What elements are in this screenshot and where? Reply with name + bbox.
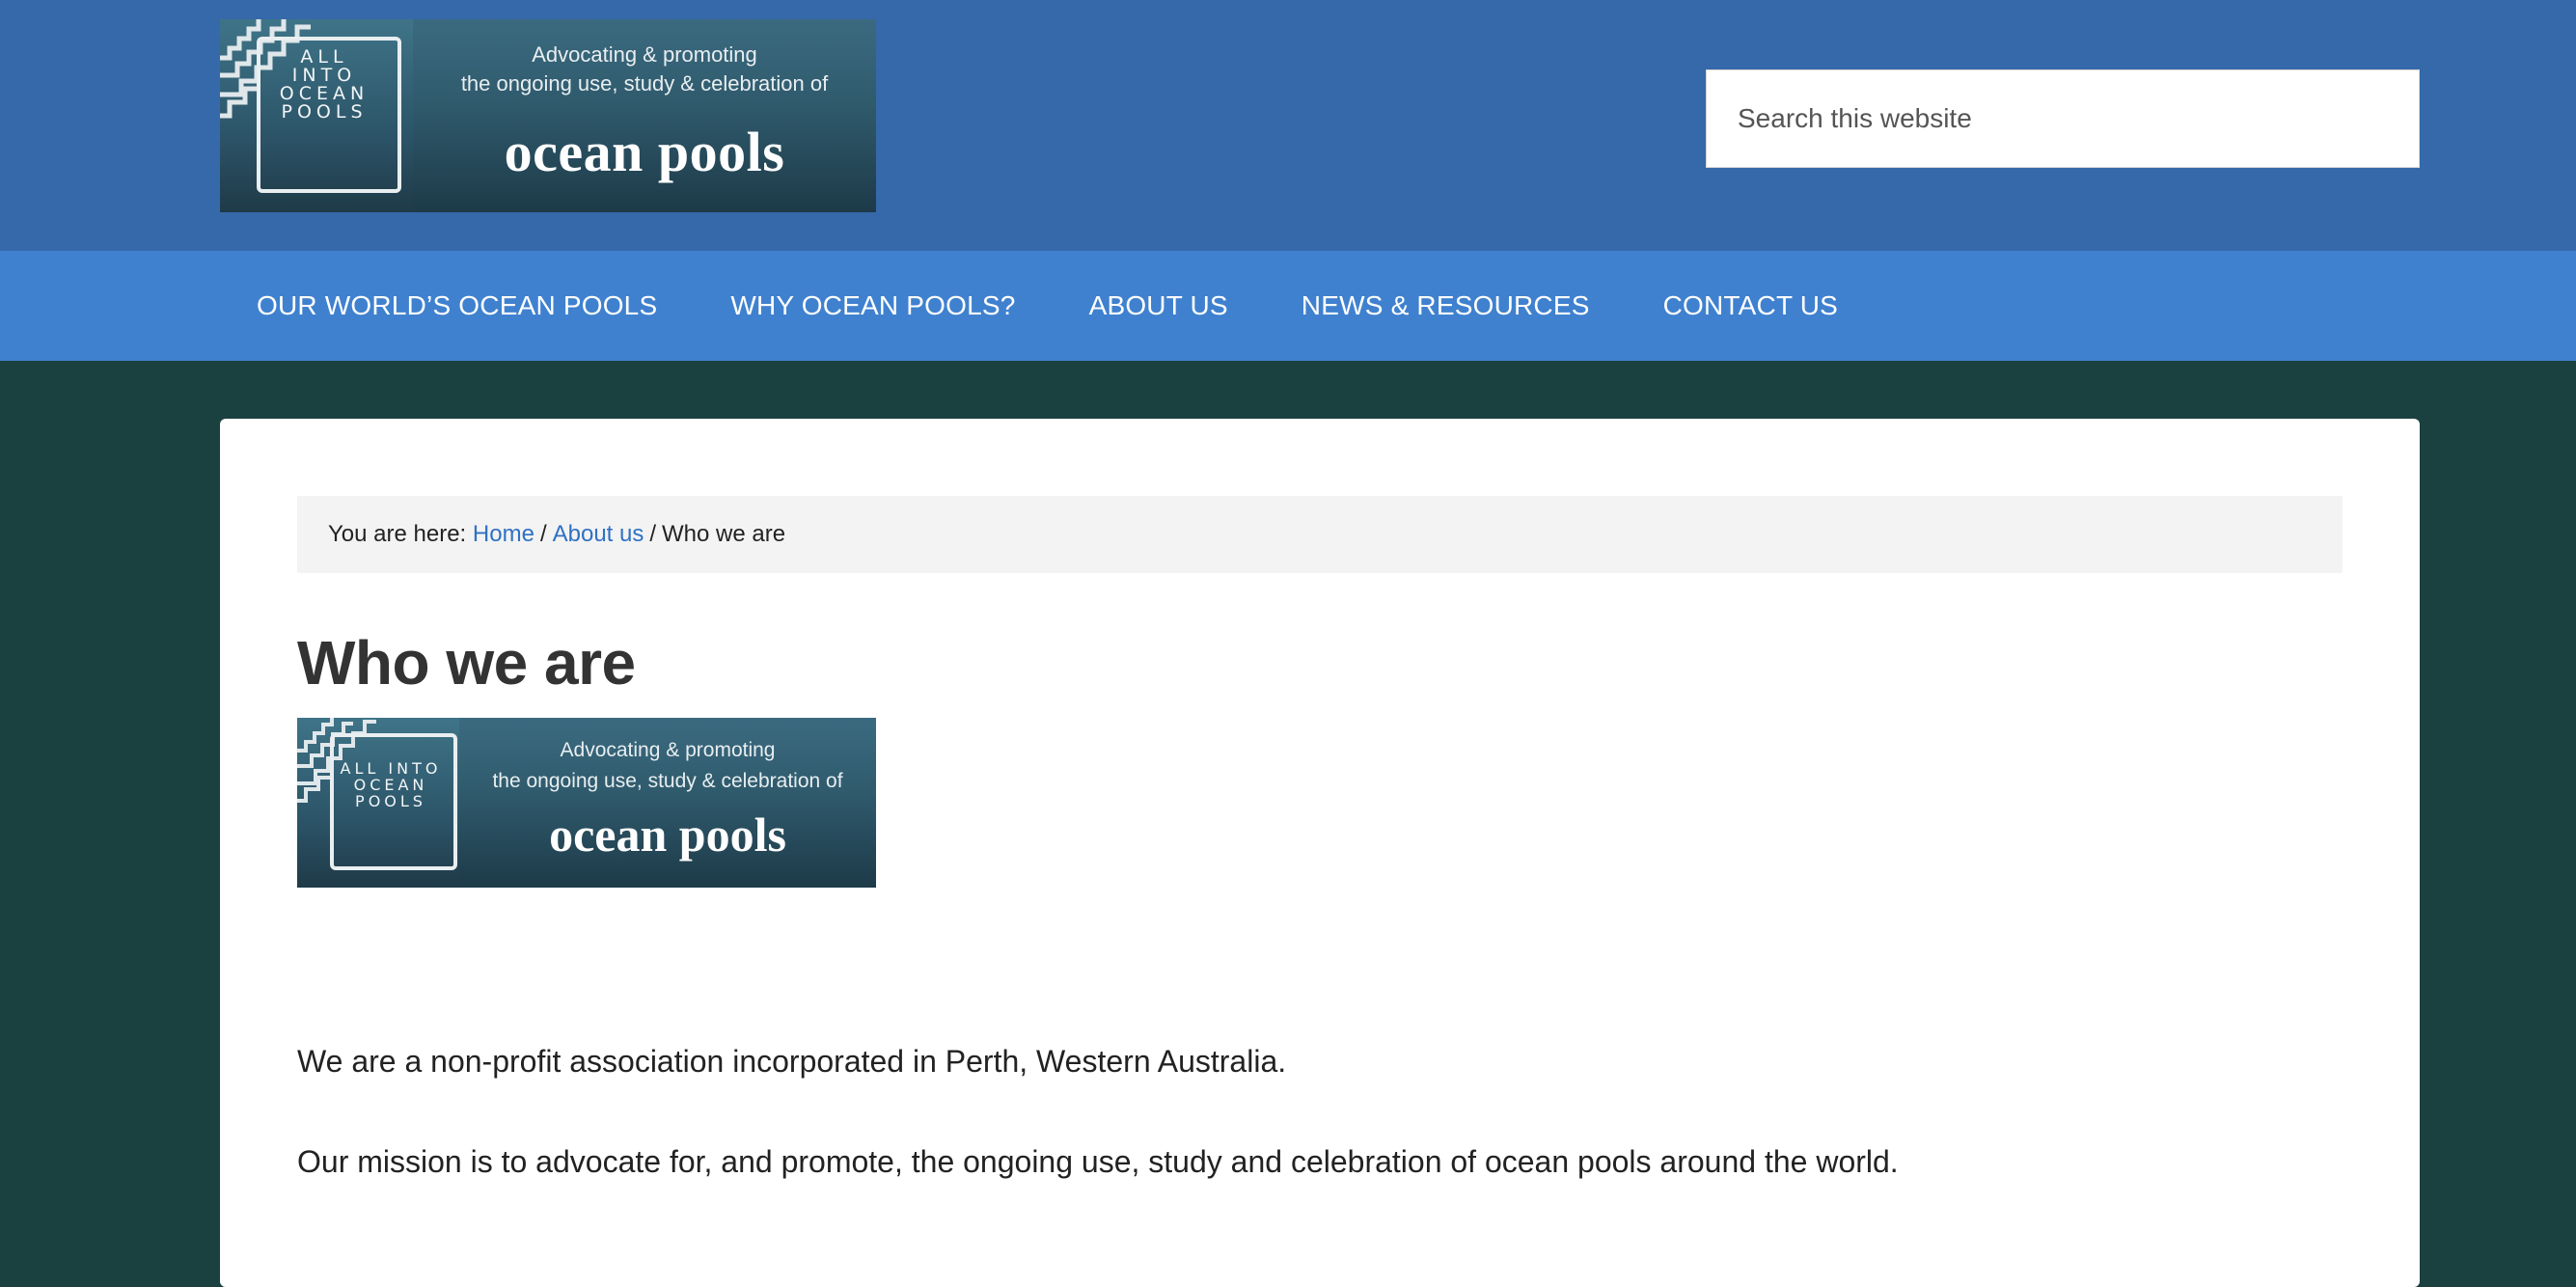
article-image-box-text: ALL INTO OCEAN POOLS [340,759,442,810]
nav-list: OUR WORLD’S OCEAN POOLS WHY OCEAN POOLS?… [220,251,1875,361]
article-image: ALL INTO OCEAN POOLS Advocating & promot… [297,718,876,888]
article-image-tagline: Advocating & promoting the ongoing use, … [459,735,876,797]
search-box [1706,69,2420,168]
breadcrumb-separator: / [539,521,547,547]
nav-item-contact-us[interactable]: CONTACT US [1627,290,1875,321]
article-image-name: ocean pools [549,808,786,862]
article-image-tagline-line1: Advocating & promoting [560,739,776,761]
content-card: You are here: Home / About us / Who we a… [220,419,2420,1287]
breadcrumb-current: Who we are [662,521,786,547]
paragraph: We are a non-profit association incorpor… [297,1044,1287,1079]
breadcrumb: You are here: Home / About us / Who we a… [297,496,2343,573]
main-nav: OUR WORLD’S OCEAN POOLS WHY OCEAN POOLS?… [0,251,2576,361]
article-image-tagline-line2: the ongoing use, study & celebration of [492,770,843,792]
paragraph: Our mission is to advocate for, and prom… [297,1144,1899,1179]
logo-box-text: ALL INTO OCEAN POOLS [279,46,370,123]
search-input[interactable] [1707,70,2419,167]
site-logo[interactable]: ALL INTO OCEAN POOLS Advocating & promot… [220,19,876,212]
logo-name: ocean pools [504,121,785,183]
nav-item-why-ocean-pools[interactable]: WHY OCEAN POOLS? [694,290,1052,321]
breadcrumb-separator: / [649,521,657,547]
breadcrumb-link-about-us[interactable]: About us [553,521,644,548]
nav-item-news-resources[interactable]: NEWS & RESOURCES [1265,290,1627,321]
nav-item-about-us[interactable]: ABOUT US [1053,290,1265,321]
logo-tagline: Advocating & promoting the ongoing use, … [413,41,876,98]
breadcrumb-link-home[interactable]: Home [473,521,534,548]
breadcrumb-prefix: You are here: [328,521,467,547]
logo-tagline-line2: the ongoing use, study & celebration of [460,71,829,96]
page-title: Who we are [297,628,636,698]
logo-tagline-line1: Advocating & promoting [532,42,757,67]
site-header: ALL INTO OCEAN POOLS Advocating & promot… [0,0,2576,251]
nav-item-our-worlds-ocean-pools[interactable]: OUR WORLD’S OCEAN POOLS [220,290,694,321]
